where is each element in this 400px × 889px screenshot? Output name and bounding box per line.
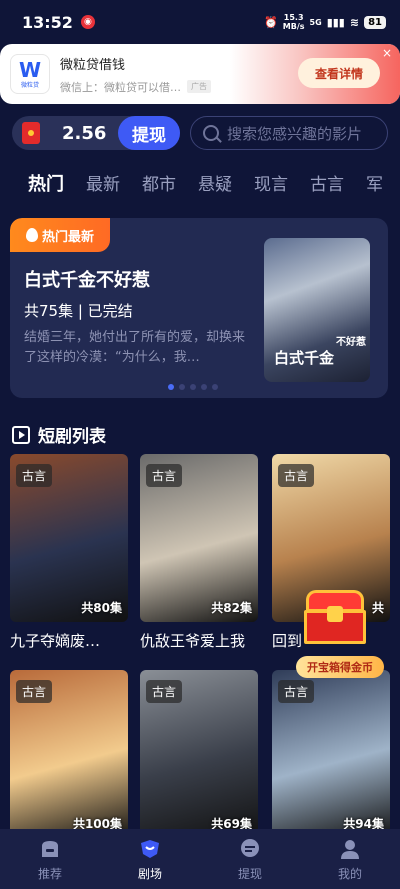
poster-title: 白式千金	[274, 349, 335, 367]
ad-title: 微粒贷借钱	[60, 57, 126, 73]
nav-profile[interactable]: 我的	[300, 829, 400, 889]
carousel-dot[interactable]	[190, 384, 196, 390]
genre-badge: 古言	[146, 464, 183, 487]
wifi-icon: ≋	[349, 15, 360, 29]
status-bar: 13:52 ◉ ⏰ 15.3 MB/s 5G ▮▮▮ ≋ 81	[0, 0, 400, 44]
featured-meta: 共75集 | 已完结	[24, 302, 133, 320]
carousel-dot[interactable]	[212, 384, 218, 390]
tab-ancient-romance[interactable]: 古言	[310, 170, 344, 210]
carousel-dot[interactable]	[168, 384, 174, 390]
notification-icon: ◉	[80, 15, 95, 29]
ad-description: 微信上：微粒贷可以借…	[60, 80, 181, 94]
genre-badge: 古言	[278, 464, 315, 487]
status-time: 13:52	[22, 12, 73, 32]
poster-subtitle: 不好惹	[336, 337, 366, 348]
drama-card[interactable]: 古言 共69集	[140, 670, 258, 838]
ad-banner[interactable]: W 微粒贷 微粒贷借钱 微信上：微粒贷可以借… 广告 查看详情 ×	[0, 44, 400, 104]
ad-logo: W 微粒贷	[10, 54, 50, 94]
alarm-icon: ⏰	[264, 15, 278, 29]
tab-modern-romance[interactable]: 现言	[254, 170, 288, 210]
drama-poster[interactable]: 古言 共94集	[272, 670, 390, 838]
carousel-dot[interactable]	[179, 384, 185, 390]
drama-poster[interactable]: 古言 共82集	[140, 454, 258, 622]
featured-card[interactable]: 热门最新 白式千金不好惹 共75集 | 已完结 结婚三年，她付出了所有的爱，却换…	[10, 218, 388, 398]
nav-label: 剧场	[137, 866, 162, 881]
tab-urban[interactable]: 都市	[142, 170, 176, 210]
close-icon[interactable]: ×	[382, 46, 392, 60]
theater-icon	[141, 839, 159, 858]
network-speed: 15.3 MB/s	[283, 13, 305, 31]
featured-title: 白式千金不好惹	[24, 270, 150, 291]
user-icon	[341, 839, 359, 859]
speed-value: 15.3	[283, 13, 304, 22]
section-title: 短剧列表	[38, 427, 106, 447]
bottom-nav: 推荐 剧场 提现 我的	[0, 829, 400, 889]
drama-card[interactable]: 古言 共100集	[10, 670, 128, 838]
search-input[interactable]: 搜索您感兴趣的影片	[190, 116, 388, 150]
drama-card[interactable]: 古言 共82集 仇敌王爷爱上我	[140, 454, 258, 651]
red-envelope-icon	[22, 122, 40, 144]
status-icons: ⏰ 15.3 MB/s 5G ▮▮▮ ≋ 81	[264, 13, 386, 31]
tab-military[interactable]: 军	[366, 170, 383, 210]
category-tabs: 热门 最新 都市 悬疑 现言 古言 军	[0, 170, 400, 210]
ad-logo-sub: 微粒贷	[20, 81, 39, 89]
episode-count: 共82集	[211, 601, 252, 615]
section-header: 短剧列表	[12, 422, 106, 447]
nav-label: 推荐	[37, 866, 62, 881]
tab-hot[interactable]: 热门	[28, 170, 64, 210]
home-icon	[42, 840, 58, 857]
ad-logo-letter: W	[18, 57, 42, 82]
genre-badge: 古言	[146, 680, 183, 703]
carousel-dots	[168, 384, 218, 390]
flame-icon	[25, 228, 38, 242]
ad-tag: 广告	[187, 80, 211, 93]
speed-unit: MB/s	[282, 22, 305, 31]
carousel-dot[interactable]	[201, 384, 207, 390]
chest-lock	[327, 606, 343, 622]
drama-card[interactable]: 古言 共94集	[272, 670, 390, 838]
nav-label: 提现	[237, 866, 262, 881]
drama-title: 仇敌王爷爱上我	[140, 632, 246, 650]
nav-withdraw[interactable]: 提现	[200, 829, 300, 889]
ad-details-button[interactable]: 查看详情	[298, 58, 380, 88]
treasure-chest-icon[interactable]	[300, 590, 370, 646]
network-type: 5G	[309, 17, 322, 27]
wallet-pill[interactable]: 2.56 提现	[12, 116, 180, 150]
hot-badge: 热门最新	[10, 218, 110, 252]
ad-text: 微粒贷借钱 微信上：微粒贷可以借… 广告	[60, 54, 211, 95]
play-list-icon	[12, 425, 30, 444]
signal-icon: ▮▮▮	[326, 15, 345, 29]
featured-description: 结婚三年，她付出了所有的爱，却换来了这样的冷漠：“为什么，我…	[24, 330, 246, 365]
nav-label: 我的	[337, 866, 362, 881]
tab-suspense[interactable]: 悬疑	[198, 170, 232, 210]
genre-badge: 古言	[16, 680, 53, 703]
episode-count: 共	[371, 601, 384, 615]
drama-card[interactable]: 古言 共80集 九子夺嫡废…	[10, 454, 128, 651]
hot-badge-label: 热门最新	[41, 229, 94, 245]
featured-poster[interactable]: 不好惹 白式千金	[264, 238, 370, 382]
nav-recommend[interactable]: 推荐	[0, 829, 100, 889]
episode-count: 共80集	[81, 601, 122, 615]
wallet-amount: 2.56	[62, 122, 107, 144]
drama-poster[interactable]: 古言 共80集	[10, 454, 128, 622]
genre-badge: 古言	[278, 680, 315, 703]
tab-latest[interactable]: 最新	[86, 170, 120, 210]
chat-bubble-icon	[241, 838, 259, 857]
ad-description-row: 微信上：微粒贷可以借… 广告	[60, 79, 211, 95]
chest-reward-button[interactable]: 开宝箱得金币	[296, 656, 384, 678]
drama-poster[interactable]: 古言 共100集	[10, 670, 128, 838]
search-placeholder: 搜索您感兴趣的影片	[227, 124, 363, 143]
withdraw-button[interactable]: 提现	[118, 116, 180, 150]
nav-theater[interactable]: 剧场	[100, 829, 200, 889]
genre-badge: 古言	[16, 464, 53, 487]
battery-indicator: 81	[364, 15, 386, 29]
drama-poster[interactable]: 古言 共69集	[140, 670, 258, 838]
drama-title: 九子夺嫡废…	[10, 632, 101, 650]
search-icon	[203, 125, 219, 141]
